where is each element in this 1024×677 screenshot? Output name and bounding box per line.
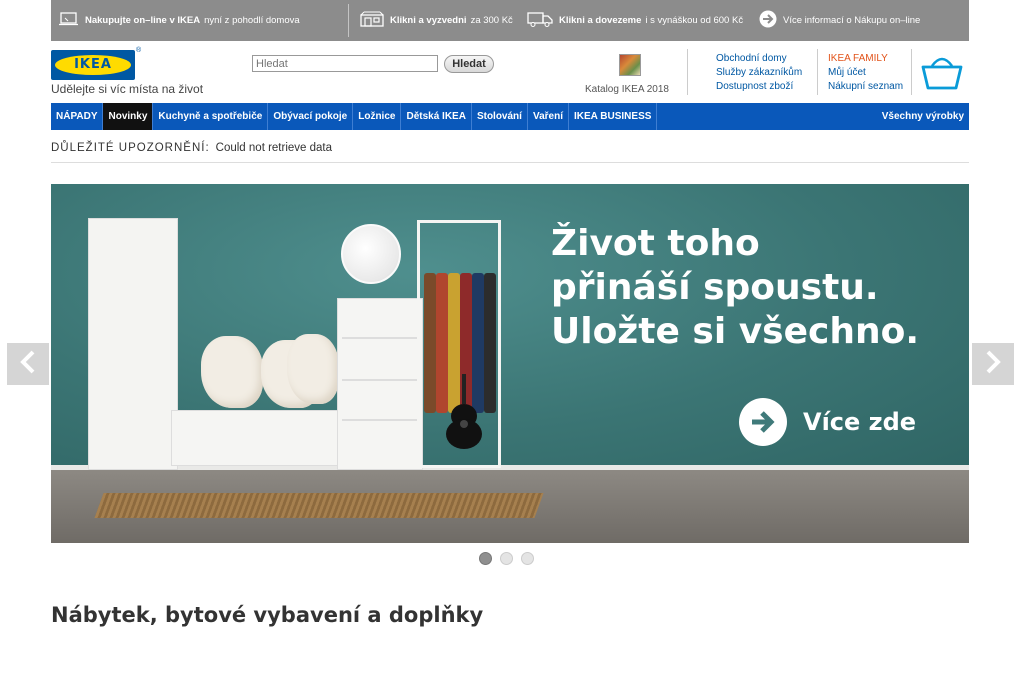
carousel-dot[interactable] (500, 552, 513, 565)
click-collect-promo[interactable]: Klikni a vyzvedni za 300 Kč (360, 0, 513, 41)
store-pickup-icon (360, 11, 384, 30)
delivery-truck-icon (527, 11, 553, 30)
hero-banner[interactable]: Život toho přináší spoustu. Uložte si vš… (51, 184, 969, 543)
arrow-right-circle-icon (739, 398, 787, 446)
my-account-link[interactable]: Můj účet (828, 66, 903, 80)
nav-item-obyvaci-pokoje[interactable]: Obývací pokoje (268, 103, 354, 130)
laptop-icon (59, 12, 79, 29)
nav-item-detska-ikea[interactable]: Dětská IKEA (401, 103, 472, 130)
availability-link[interactable]: Dostupnost zboží (716, 80, 802, 94)
divider (51, 162, 969, 163)
nav-item-kuchyne[interactable]: Kuchyně a spotřebiče (153, 103, 269, 130)
service-links: Obchodní domy Služby zákazníkům Dostupno… (716, 52, 802, 94)
chevron-right-icon (983, 350, 1003, 379)
shop-online-rest: nyní z pohodlí domova (204, 15, 300, 26)
click-deliver-promo[interactable]: Klikni a dovezeme i s vynáškou od 600 Kč (527, 0, 743, 41)
nav-item-stolovani[interactable]: Stolování (472, 103, 528, 130)
shelf-board (342, 379, 420, 381)
hero-wardrobe (88, 218, 178, 470)
hero-headline-line: Uložte si všechno. (551, 311, 920, 352)
stores-link[interactable]: Obchodní domy (716, 52, 802, 66)
hero-pillow (201, 336, 263, 408)
catalog-thumbnail[interactable] (619, 54, 641, 76)
click-collect-rest: za 300 Kč (470, 15, 513, 26)
hero-shelf (337, 298, 423, 470)
nav-item-novinky[interactable]: Novinky (103, 103, 154, 130)
click-collect-bold: Klikni a vyzvedni (390, 15, 467, 26)
divider (911, 49, 912, 95)
shopping-list-link[interactable]: Nákupní seznam (828, 80, 903, 94)
shopping-basket-icon[interactable] (920, 52, 964, 92)
logo-text: IKEA (74, 57, 112, 72)
more-info-link[interactable]: Více informací o Nákupu on–line (759, 0, 920, 41)
carousel-dot[interactable] (479, 552, 492, 565)
hero-headline: Život toho přináší spoustu. Uložte si vš… (551, 222, 919, 354)
hero-guitar (439, 374, 489, 450)
important-notice: DŮLEŽITÉ UPOZORNĚNÍ: Could not retrieve d… (51, 142, 332, 154)
nav-item-ikea-business[interactable]: IKEA BUSINESS (569, 103, 658, 130)
carousel-next-button[interactable] (972, 343, 1014, 385)
hero-cta-label: Více zde (803, 408, 917, 436)
carousel-indicators (479, 552, 534, 565)
shelf-board (342, 337, 420, 339)
hero-garment (424, 273, 436, 413)
top-promo-bar: Nakupujte on–line v IKEA nyní z pohodlí … (51, 0, 969, 41)
customer-service-link[interactable]: Služby zákazníkům (716, 66, 802, 80)
divider (348, 4, 349, 37)
tagline: Udělejte si víc místa na život (51, 82, 204, 96)
registered-mark: ® (136, 47, 142, 54)
hero-bench (171, 410, 341, 466)
account-links: IKEA FAMILY Můj účet Nákupní seznam (828, 52, 903, 94)
main-navigation: NÁPADY Novinky Kuchyně a spotřebiče Obýv… (51, 103, 969, 130)
section-title: Nábytek, bytové vybavení a doplňky (51, 603, 484, 627)
divider (817, 49, 818, 95)
more-info-text: Více informací o Nákupu on–line (783, 15, 921, 26)
ikea-logo[interactable]: IKEA (51, 50, 135, 80)
nav-item-loznice[interactable]: Ložnice (353, 103, 402, 130)
carousel-prev-button[interactable] (7, 343, 49, 385)
hero-mirror (341, 224, 401, 284)
notice-message: Could not retrieve data (215, 142, 333, 154)
hero-headline-line: Život toho (551, 223, 760, 264)
hero-cta-link[interactable]: Více zde (739, 398, 916, 446)
catalog-link[interactable]: Katalog IKEA 2018 (585, 84, 669, 95)
hero-pillow (287, 334, 339, 404)
arrow-right-circle-icon (759, 10, 777, 31)
shelf-board (342, 419, 420, 421)
nav-item-vareni[interactable]: Vaření (528, 103, 569, 130)
ikea-family-link[interactable]: IKEA FAMILY (828, 52, 903, 66)
click-deliver-rest: i s vynáškou od 600 Kč (645, 15, 744, 26)
hero-headline-line: přináší spoustu. (551, 267, 879, 308)
search-button[interactable]: Hledat (444, 55, 494, 73)
click-deliver-bold: Klikni a dovezeme (559, 15, 642, 26)
divider (687, 49, 688, 95)
nav-item-all-products[interactable]: Všechny výrobky (877, 103, 969, 130)
hero-rug (94, 493, 544, 518)
carousel-dot[interactable] (521, 552, 534, 565)
shop-online-promo[interactable]: Nakupujte on–line v IKEA nyní z pohodlí … (59, 0, 300, 41)
shop-online-bold: Nakupujte on–line v IKEA (85, 15, 201, 26)
chevron-left-icon (18, 350, 38, 379)
nav-item-napady[interactable]: NÁPADY (51, 103, 104, 130)
notice-label: DŮLEŽITÉ UPOZORNĚNÍ: (51, 142, 210, 154)
search-input[interactable] (252, 55, 438, 72)
